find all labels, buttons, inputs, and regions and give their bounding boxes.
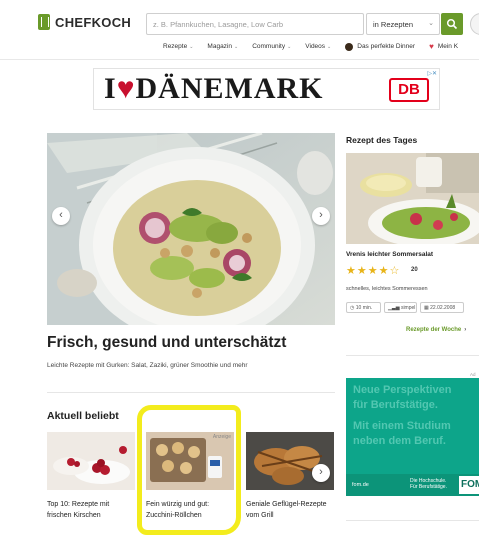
kirschen-image [47, 432, 135, 490]
fom-logo: FOM [459, 476, 479, 494]
site-header: CHEFKOCH z. B. Pfannkuchen, Lasagne, Low… [0, 0, 479, 60]
fom-ad[interactable]: Neue Perspektiven für Berufstätige. Mit … [346, 378, 479, 496]
rating-stars: ★★★★☆ [346, 265, 401, 277]
dinner-icon [345, 42, 354, 51]
recipes-of-week-link[interactable]: Rezepte der Woche › [406, 327, 466, 333]
date-chip: ▦ 22.02.2008 [420, 302, 464, 313]
search-scope-value: in Rezepten [373, 20, 414, 29]
difficulty-chip: ▁▃▅ simpel [384, 302, 417, 313]
chevron-down-icon: ⌄ [234, 43, 239, 50]
divider [47, 392, 335, 393]
recipes-of-week-label: Rezepte der Woche [406, 327, 462, 333]
divider [346, 520, 479, 521]
ad-line-2: für Berufstätige. [353, 399, 438, 411]
recipe-of-day-image[interactable] [346, 153, 479, 244]
ad-line-1: Neue Perspektiven [353, 384, 452, 396]
popular-card-kirschen[interactable] [47, 432, 135, 490]
difficulty-chip-label: simpel [400, 305, 416, 311]
chevron-right-icon: › [464, 327, 467, 333]
search-button[interactable] [441, 13, 463, 35]
recipe-of-day-heading: Rezept des Tages [346, 135, 418, 145]
bar-chart-icon: ▁▃▅ [388, 305, 400, 311]
ad-headline: I♥DÄNEMARK [104, 72, 324, 106]
divider [346, 355, 479, 356]
popular-label-kirschen[interactable]: Top 10: Rezepte mit frischen Kirschen [47, 499, 135, 521]
chevron-down-icon: ⌄ [327, 43, 332, 50]
nav-perfektes-dinner[interactable]: Das perfekte Dinner [345, 42, 415, 51]
search-icon [446, 18, 458, 30]
recipe-of-day-description: schnelles, leichtes Sommeressen [346, 286, 428, 292]
ad-site: fom.de [352, 482, 369, 488]
nav-label: Das perfekte Dinner [357, 43, 416, 50]
time-chip-label: 10 min. [355, 305, 373, 311]
hero-subtitle: Leichte Rezepte mit Gurken: Salat, Zazik… [47, 362, 248, 369]
sommersalat-image [346, 153, 479, 244]
nav-label: Videos [305, 43, 326, 50]
ad-banner-denmark[interactable]: I♥DÄNEMARK DB ▷✕ [93, 68, 440, 110]
search-input[interactable]: z. B. Pfannkuchen, Lasagne, Low Carb [146, 13, 364, 35]
logo-icon [38, 14, 50, 30]
date-chip-label: 22.02.2008 [430, 305, 456, 311]
nav-label: Magazin [207, 43, 232, 50]
ad-marker: Ad [470, 372, 476, 377]
nav-label: Community [252, 43, 286, 50]
chevron-down-icon: ⌄ [287, 43, 292, 50]
ad-headline-main: DÄNEMARK [135, 72, 324, 105]
heart-icon: ♥ [429, 42, 434, 51]
ad-headline-prefix: I [104, 72, 117, 105]
nav-label: Rezepte [163, 43, 188, 50]
hero-salad-image [47, 133, 335, 325]
nav-community[interactable]: Community ⌄ [252, 42, 291, 51]
clock-icon: ◷ [350, 305, 355, 311]
hero-title[interactable]: Frisch, gesund und unterschätzt [47, 334, 286, 352]
heart-icon: ♥ [116, 72, 136, 105]
yellow-highlight-annotation [137, 405, 241, 535]
nav-rezepte[interactable]: Rezepte ⌄ [163, 42, 193, 51]
nav-videos[interactable]: Videos ⌄ [305, 42, 331, 51]
logo-text: CHEFKOCH [55, 14, 132, 30]
ad-line-3: Mit einem Studium [353, 420, 451, 432]
hero-prev-button[interactable]: ‹ [52, 207, 70, 225]
db-logo: DB [389, 78, 429, 102]
ad-claim: Die Hochschule. Für Berufstätige. [410, 478, 447, 490]
search-scope-select[interactable]: in Rezepten ⌄ [366, 13, 440, 35]
chevron-down-icon: ⌄ [189, 43, 194, 50]
ad-claim-line-2: Für Berufstätige. [410, 484, 447, 490]
hero-next-button[interactable]: › [312, 207, 330, 225]
ad-footer: fom.de Die Hochschule. Für Berufstätige.… [346, 474, 479, 496]
nav-mein-kochbuch[interactable]: ♥ Mein K [429, 42, 458, 51]
chevron-down-icon: ⌄ [428, 20, 434, 27]
rating-count: 20 [411, 267, 418, 273]
user-avatar[interactable] [470, 13, 479, 35]
main-nav: Rezepte ⌄ Magazin ⌄ Community ⌄ Videos ⌄… [163, 42, 472, 51]
recipe-of-day-name[interactable]: Vrenis leichter Sommersalat [346, 251, 433, 258]
popular-heading: Aktuell beliebt [47, 410, 119, 422]
calendar-icon: ▦ [424, 305, 429, 311]
popular-label-gefluegel[interactable]: Geniale Geflügel-Rezepte vom Grill [246, 499, 334, 521]
time-chip: ◷ 10 min. [346, 302, 381, 313]
ad-line-4: neben dem Beruf. [353, 435, 446, 447]
nav-label: Mein K [437, 43, 459, 50]
adchoices-icon[interactable]: ▷✕ [427, 70, 437, 77]
popular-next-button[interactable]: › [312, 464, 330, 482]
chefkoch-logo[interactable]: CHEFKOCH [38, 14, 131, 30]
nav-magazin[interactable]: Magazin ⌄ [207, 42, 238, 51]
hero-slider[interactable]: ‹ › [47, 133, 335, 325]
